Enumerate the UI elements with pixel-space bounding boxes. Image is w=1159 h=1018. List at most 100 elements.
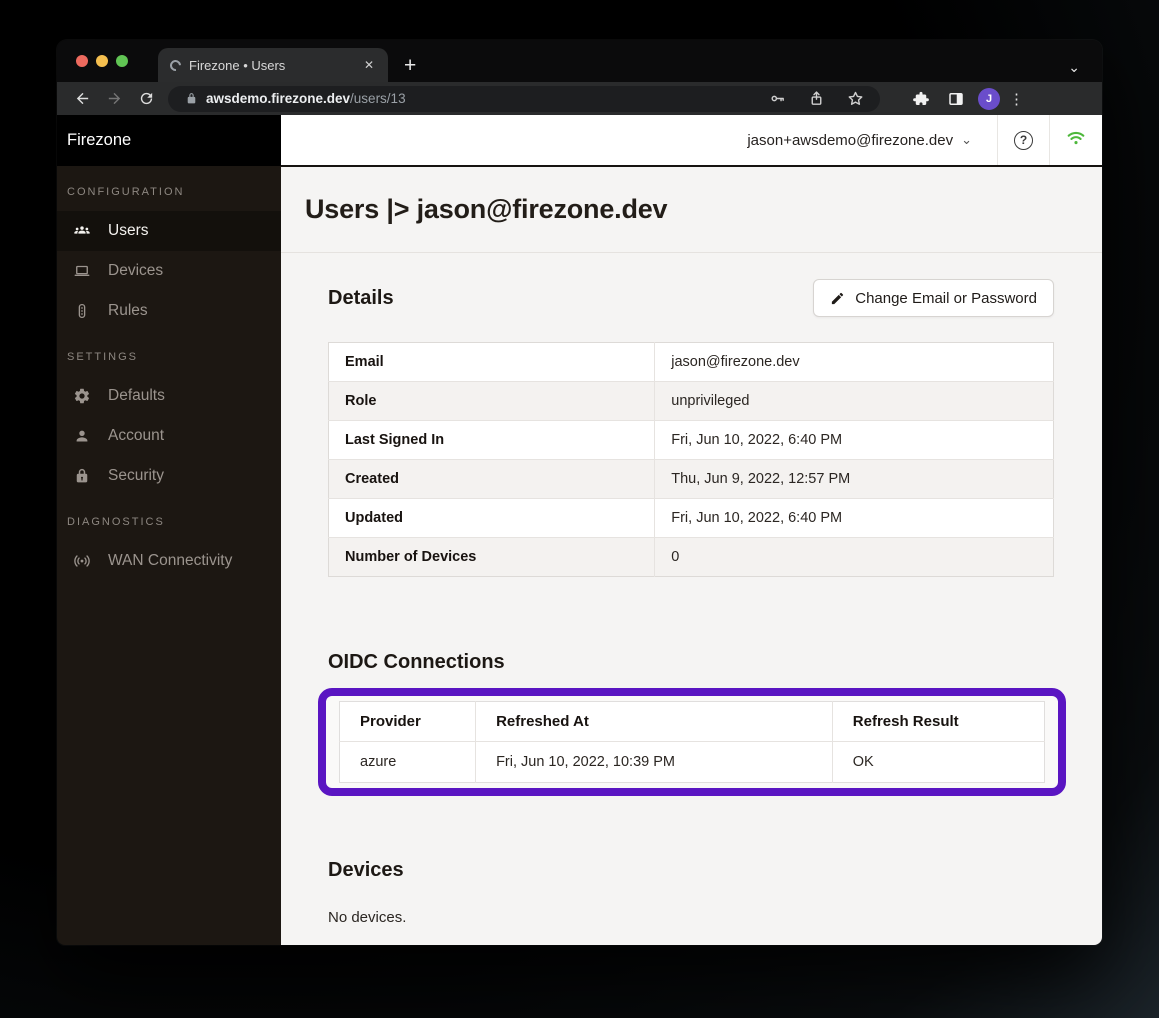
detail-label: Email (329, 343, 655, 382)
broadcast-icon (73, 552, 91, 570)
main-area: jason+awsdemo@firezone.dev ⌄ ? Users |> … (281, 115, 1102, 945)
oidc-table: Provider Refreshed At Refresh Result azu… (339, 701, 1045, 783)
extensions-puzzle-icon[interactable] (908, 86, 934, 112)
page-title: Users |> jason@firezone.dev (305, 194, 667, 225)
devices-empty-text: No devices. (328, 909, 1054, 926)
sidebar-item-label: Security (108, 467, 164, 485)
help-button[interactable]: ? (997, 115, 1049, 165)
sidebar-item-label: Account (108, 427, 164, 445)
sidebar-item-users[interactable]: Users (57, 211, 281, 251)
tab-close-icon[interactable]: ✕ (360, 56, 378, 74)
sidebar-section-configuration: CONFIGURATION Users Devices (57, 180, 281, 331)
details-heading: Details (328, 287, 394, 310)
zoom-window-button[interactable] (116, 55, 128, 67)
app-body: Firezone CONFIGURATION Users Devices (57, 115, 1102, 945)
column-header: Provider (340, 702, 476, 742)
sidebar-item-label: Rules (108, 302, 148, 320)
sidebar-item-wan-connectivity[interactable]: WAN Connectivity (57, 541, 281, 581)
window-controls (76, 55, 128, 67)
detail-value: jason@firezone.dev (655, 343, 1054, 382)
rules-icon (73, 302, 91, 320)
sidebar-section-diagnostics: DIAGNOSTICS WAN Connectivity (57, 510, 281, 581)
tab-title: Firezone • Users (189, 58, 352, 73)
table-row: Last Signed In Fri, Jun 10, 2022, 6:40 P… (329, 421, 1054, 460)
sidebar-item-label: Devices (108, 262, 163, 280)
url-domain: awsdemo.firezone.dev (206, 91, 350, 106)
new-tab-button[interactable]: + (404, 56, 416, 76)
side-panel-icon[interactable] (943, 86, 969, 112)
close-window-button[interactable] (76, 55, 88, 67)
table-row: Email jason@firezone.dev (329, 343, 1054, 382)
sidebar-item-rules[interactable]: Rules (57, 291, 281, 331)
oidc-heading: OIDC Connections (328, 651, 1054, 674)
forward-button[interactable] (101, 86, 127, 112)
table-row: azure Fri, Jun 10, 2022, 10:39 PM OK (340, 742, 1045, 783)
detail-value: Fri, Jun 10, 2022, 6:40 PM (655, 499, 1054, 538)
url-path: /users/13 (350, 91, 406, 106)
browser-tab[interactable]: Firezone • Users ✕ (158, 48, 388, 82)
sidebar-item-label: WAN Connectivity (108, 552, 232, 570)
sidebar-item-account[interactable]: Account (57, 416, 281, 456)
user-menu[interactable]: jason+awsdemo@firezone.dev ⌄ (747, 115, 972, 165)
help-icon: ? (1014, 131, 1033, 150)
detail-label: Role (329, 382, 655, 421)
page-heading-band: Users |> jason@firezone.dev (281, 167, 1102, 253)
lock-icon (73, 467, 91, 485)
page-content: Details Change Email or Password Email j… (281, 253, 1102, 945)
detail-label: Number of Devices (329, 538, 655, 577)
sidebar-section-settings: SETTINGS Defaults Account (57, 345, 281, 496)
tab-search-chevron-icon[interactable]: ⌄ (1068, 62, 1102, 72)
gear-icon (73, 387, 91, 405)
oidc-refreshed-at: Fri, Jun 10, 2022, 10:39 PM (476, 742, 833, 783)
url-text: awsdemo.firezone.dev/users/13 (206, 91, 406, 106)
column-header: Refresh Result (832, 702, 1044, 742)
details-table: Email jason@firezone.dev Role unprivileg… (328, 342, 1054, 577)
browser-profile-avatar[interactable]: J (978, 88, 1000, 110)
chevron-down-icon: ⌄ (961, 136, 972, 144)
tab-strip: Firezone • Users ✕ + ⌄ (57, 40, 1102, 82)
tab-favicon-icon (168, 57, 183, 72)
connectivity-button[interactable] (1049, 115, 1102, 165)
browser-toolbar: awsdemo.firezone.dev/users/13 J ⋮ (57, 82, 1102, 115)
detail-value: Fri, Jun 10, 2022, 6:40 PM (655, 421, 1054, 460)
section-label: CONFIGURATION (57, 180, 281, 204)
bookmark-star-icon[interactable] (846, 90, 864, 108)
sidebar-item-label: Users (108, 222, 148, 240)
sidebar: Firezone CONFIGURATION Users Devices (57, 115, 281, 945)
detail-label: Updated (329, 499, 655, 538)
button-label: Change Email or Password (855, 290, 1037, 307)
details-header-row: Details Change Email or Password (328, 279, 1054, 317)
table-header-row: Provider Refreshed At Refresh Result (340, 702, 1045, 742)
share-icon[interactable] (807, 90, 825, 108)
back-button[interactable] (69, 86, 95, 112)
user-email: jason+awsdemo@firezone.dev (747, 132, 953, 149)
reload-button[interactable] (133, 86, 159, 112)
pencil-icon (830, 291, 845, 306)
minimize-window-button[interactable] (96, 55, 108, 67)
section-label: SETTINGS (57, 345, 281, 369)
oidc-highlight-box: Provider Refreshed At Refresh Result azu… (318, 688, 1066, 796)
detail-label: Last Signed In (329, 421, 655, 460)
sidebar-item-label: Defaults (108, 387, 165, 405)
firezone-logo[interactable]: Firezone (57, 115, 281, 166)
address-bar[interactable]: awsdemo.firezone.dev/users/13 (168, 86, 880, 112)
sidebar-item-devices[interactable]: Devices (57, 251, 281, 291)
column-header: Refreshed At (476, 702, 833, 742)
table-row: Role unprivileged (329, 382, 1054, 421)
lock-icon[interactable] (184, 86, 198, 112)
browser-window: Firezone • Users ✕ + ⌄ awsdemo.firezone.… (57, 40, 1102, 945)
browser-menu-icon[interactable]: ⋮ (1009, 90, 1023, 108)
sidebar-item-defaults[interactable]: Defaults (57, 376, 281, 416)
main-topbar: jason+awsdemo@firezone.dev ⌄ ? (281, 115, 1102, 167)
section-label: DIAGNOSTICS (57, 510, 281, 534)
detail-value: unprivileged (655, 382, 1054, 421)
change-email-password-button[interactable]: Change Email or Password (813, 279, 1054, 317)
wifi-icon (1065, 127, 1087, 154)
table-row: Updated Fri, Jun 10, 2022, 6:40 PM (329, 499, 1054, 538)
table-row: Number of Devices 0 (329, 538, 1054, 577)
detail-label: Created (329, 460, 655, 499)
oidc-refresh-result: OK (832, 742, 1044, 783)
password-key-icon[interactable] (768, 90, 786, 108)
oidc-provider: azure (340, 742, 476, 783)
sidebar-item-security[interactable]: Security (57, 456, 281, 496)
